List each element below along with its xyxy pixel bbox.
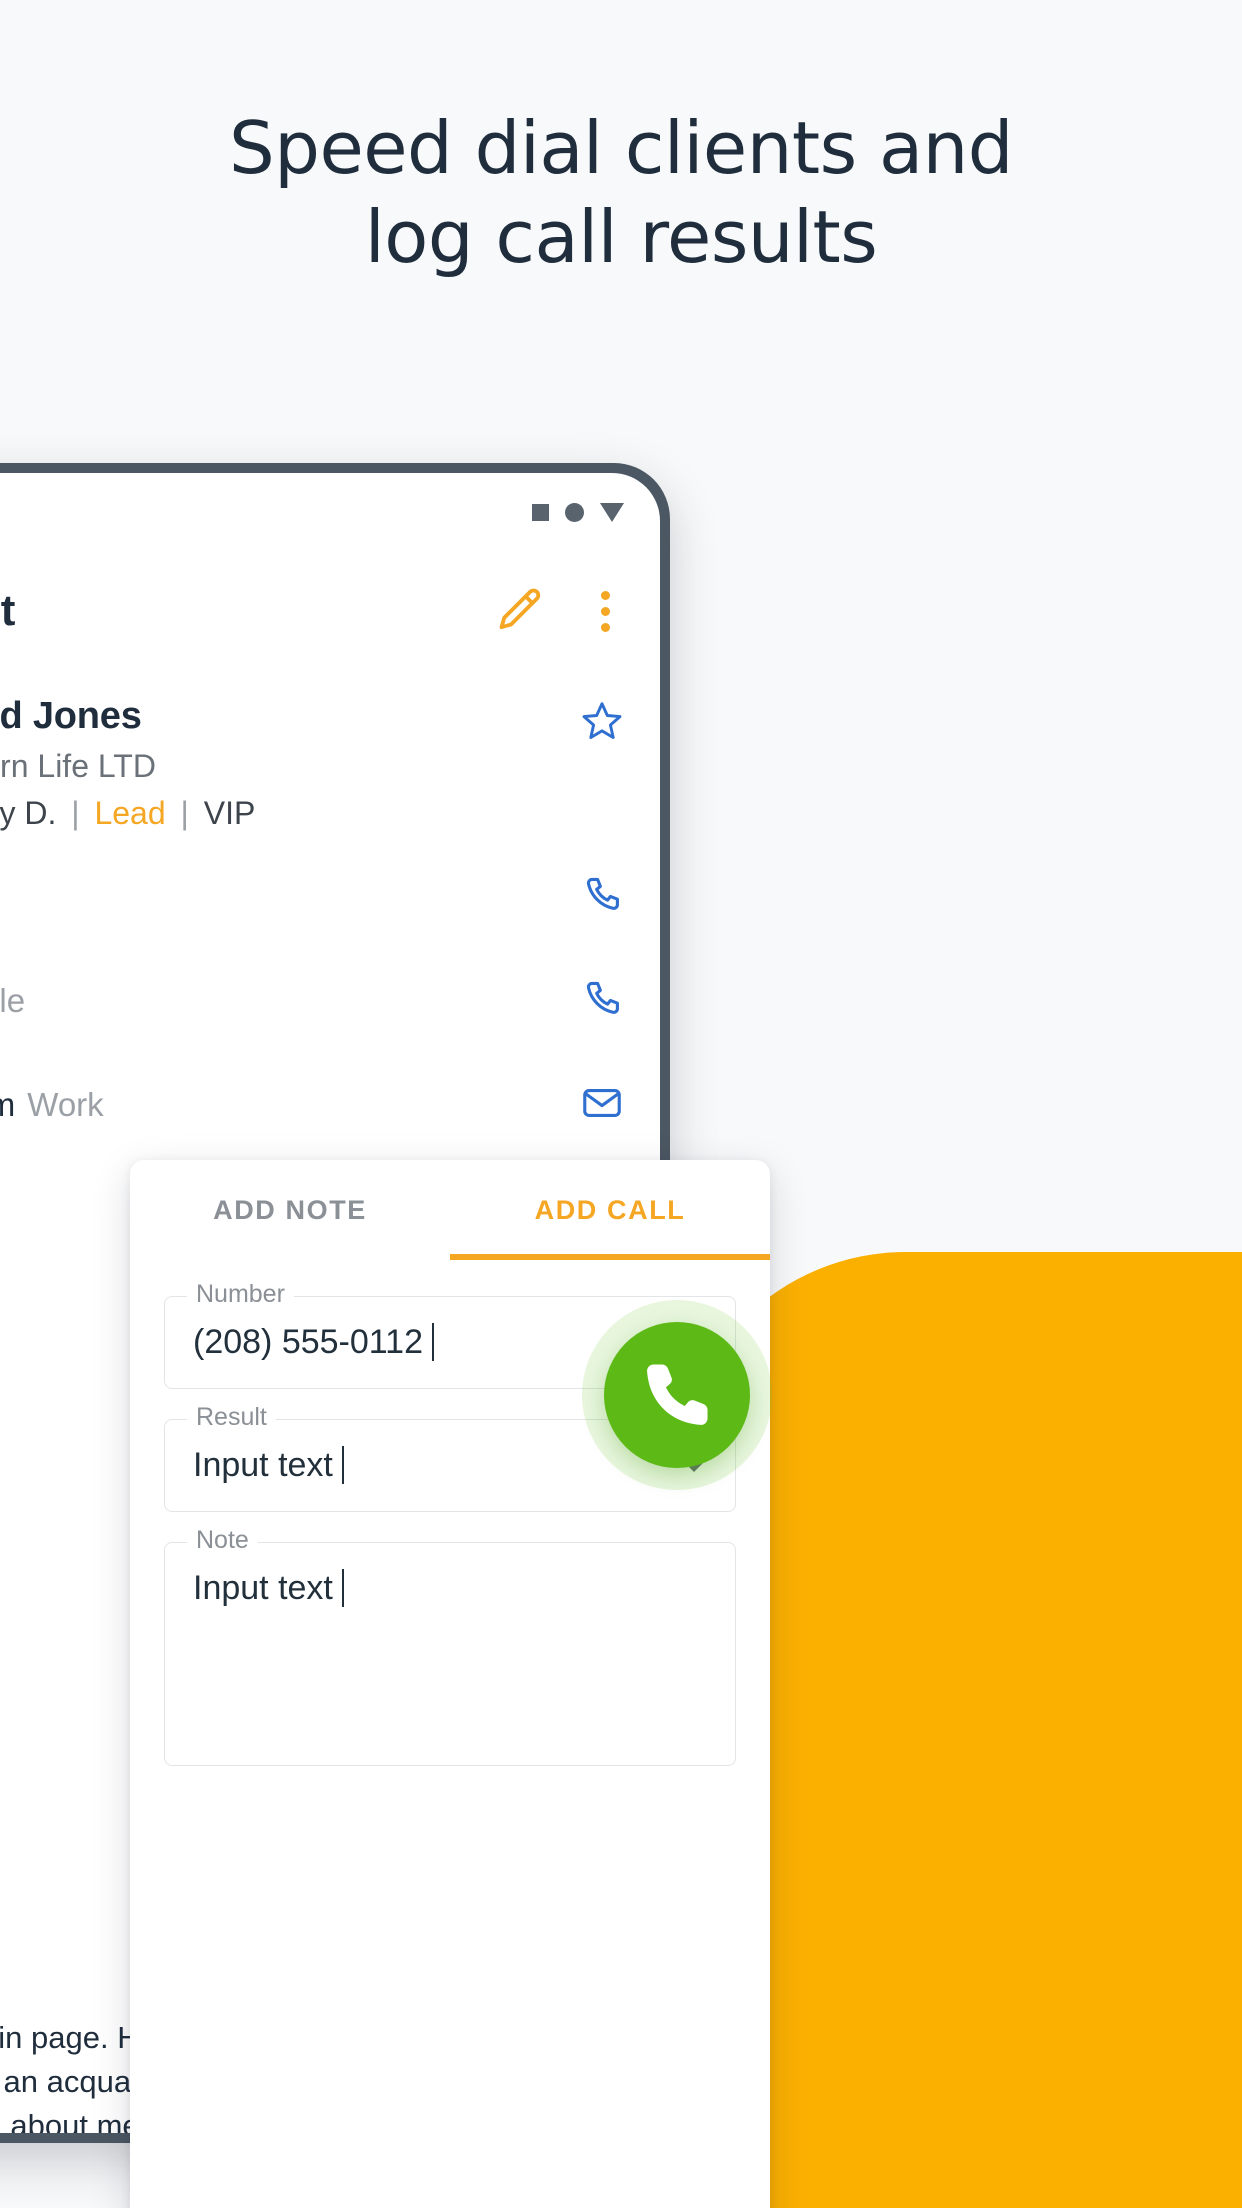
- app-bar: Contact: [0, 551, 660, 671]
- app-bar-actions: [493, 584, 624, 638]
- contact-row-value: vid@modernlife.com: [0, 1086, 16, 1123]
- tag-separator-2: |: [180, 795, 189, 831]
- note-field[interactable]: Note Input text: [164, 1528, 736, 1766]
- envelope-icon[interactable]: [580, 1081, 624, 1130]
- status-bar: [0, 473, 660, 551]
- contact-row-text: 213 555 1307Mobile: [0, 982, 580, 1020]
- contact-header: David Jones Modern Life LTD Jeffery D. |…: [0, 673, 660, 837]
- number-field-text: (208) 555-0112: [193, 1323, 423, 1361]
- star-outline-icon[interactable]: [580, 689, 624, 748]
- note-field-value: Input text: [193, 1569, 707, 1608]
- number-field-label: Number: [187, 1282, 294, 1307]
- tag-owner: Jeffery D.: [0, 795, 57, 831]
- headline-line-1: Speed dial clients and: [229, 106, 1013, 190]
- phone-call-icon: [647, 1364, 708, 1425]
- text-caret: [341, 1569, 344, 1607]
- triangle-down-icon: [600, 502, 624, 522]
- headline-line-2: log call results: [364, 195, 878, 280]
- contact-row-label: Mobile: [0, 982, 26, 1019]
- promo-screenshot: Speed dial clients and log call results …: [0, 0, 1242, 2208]
- phone-icon[interactable]: [580, 977, 624, 1026]
- contact-row-email-work[interactable]: vid@modernlife.com Work: [0, 1053, 660, 1157]
- text-caret: [431, 1323, 434, 1361]
- contact-row-phone-mobile[interactable]: 213 555 1307Mobile: [0, 949, 660, 1053]
- note-field-text: Input text: [193, 1569, 333, 1607]
- tag-stage: Lead: [94, 795, 166, 831]
- contact-name: David Jones: [0, 695, 142, 737]
- text-caret: [341, 1446, 344, 1484]
- pencil-edit-icon[interactable]: [493, 584, 547, 638]
- page-title: Speed dial clients and log call results: [0, 104, 1242, 283]
- contact-meta: David Jones Modern Life LTD Jeffery D. |…: [0, 689, 580, 832]
- card-tabs: ADD NOTE ADD CALL: [130, 1160, 770, 1260]
- tag-separator-1: |: [71, 795, 80, 831]
- contact-row-text: 23 978234Work: [0, 878, 580, 916]
- contact-company: Modern Life LTD: [0, 748, 156, 784]
- result-field-text: Input text: [193, 1446, 333, 1484]
- more-vertical-icon[interactable]: [587, 585, 624, 638]
- contact-detail-list: 23 978234Work 213 555 1307Mobile: [0, 845, 660, 1157]
- call-fab-button[interactable]: [604, 1322, 750, 1468]
- tag-vip: VIP: [203, 795, 256, 831]
- contact-row-text: vid@modernlife.com Work: [0, 1086, 580, 1124]
- contact-tags: Jeffery D. | Lead | VIP: [0, 795, 580, 832]
- contact-row-phone-work[interactable]: 23 978234Work: [0, 845, 660, 949]
- tab-add-note[interactable]: ADD NOTE: [130, 1160, 450, 1260]
- square-icon: [532, 503, 549, 521]
- phone-icon[interactable]: [580, 873, 624, 922]
- contact-row-label: Work: [27, 1086, 104, 1123]
- circle-icon: [565, 502, 584, 522]
- note-field-label: Note: [187, 1528, 258, 1553]
- app-bar-title: Contact: [0, 586, 15, 635]
- tab-add-call[interactable]: ADD CALL: [450, 1160, 770, 1260]
- result-field-label: Result: [187, 1405, 276, 1430]
